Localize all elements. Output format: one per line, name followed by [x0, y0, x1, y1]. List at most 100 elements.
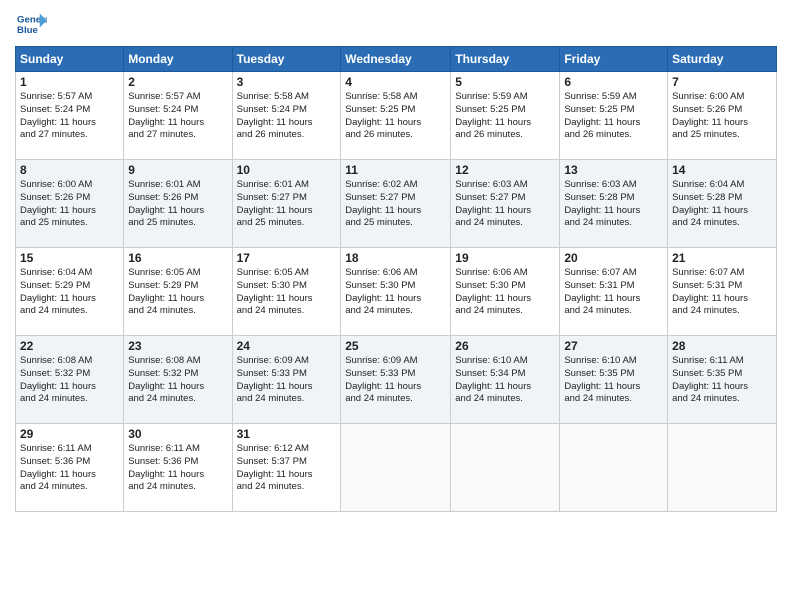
day-number: 11 [345, 163, 446, 177]
day-info: Sunrise: 6:03 AM Sunset: 5:28 PM Dayligh… [564, 179, 663, 230]
calendar-cell: 2 Sunrise: 5:57 AM Sunset: 5:24 PM Daylig… [124, 72, 232, 160]
calendar-cell: 6Sunrise: 5:59 AM Sunset: 5:25 PM Daylig… [560, 72, 668, 160]
day-info: Sunrise: 6:12 AM Sunset: 5:37 PM Dayligh… [237, 443, 337, 494]
day-info: Sunrise: 5:58 AM Sunset: 5:25 PM Dayligh… [345, 91, 446, 142]
calendar-week-5: 29Sunrise: 6:11 AM Sunset: 5:36 PM Dayli… [16, 424, 777, 512]
day-info: Sunrise: 6:08 AM Sunset: 5:32 PM Dayligh… [20, 355, 119, 406]
calendar-header-saturday: Saturday [668, 47, 777, 72]
day-number: 30 [128, 427, 227, 441]
day-info: Sunrise: 6:08 AM Sunset: 5:32 PM Dayligh… [128, 355, 227, 406]
calendar-cell: 13 Sunrise: 6:03 AM Sunset: 5:28 PM Dayli… [560, 160, 668, 248]
calendar-cell: 12Sunrise: 6:03 AM Sunset: 5:27 PM Dayli… [451, 160, 560, 248]
day-info: Sunrise: 6:02 AM Sunset: 5:27 PM Dayligh… [345, 179, 446, 230]
calendar-header-sunday: Sunday [16, 47, 124, 72]
calendar-header-friday: Friday [560, 47, 668, 72]
day-info: Sunrise: 6:05 AM Sunset: 5:29 PM Dayligh… [128, 267, 227, 318]
calendar-cell: 31Sunrise: 6:12 AM Sunset: 5:37 PM Dayli… [232, 424, 341, 512]
calendar-header-tuesday: Tuesday [232, 47, 341, 72]
calendar-cell: 28Sunrise: 6:11 AM Sunset: 5:35 PM Dayli… [668, 336, 777, 424]
calendar-week-2: 8 Sunrise: 6:00 AM Sunset: 5:26 PM Daylig… [16, 160, 777, 248]
day-number: 24 [237, 339, 337, 353]
day-info: Sunrise: 6:11 AM Sunset: 5:36 PM Dayligh… [128, 443, 227, 494]
day-number: 22 [20, 339, 119, 353]
calendar-header-row: SundayMondayTuesdayWednesdayThursdayFrid… [16, 47, 777, 72]
calendar-cell: 30 Sunrise: 6:11 AM Sunset: 5:36 PM Dayli… [124, 424, 232, 512]
calendar-cell: 24 Sunrise: 6:09 AM Sunset: 5:33 PM Dayli… [232, 336, 341, 424]
calendar-cell: 1 Sunrise: 5:57 AM Sunset: 5:24 PM Daylig… [16, 72, 124, 160]
day-info: Sunrise: 6:00 AM Sunset: 5:26 PM Dayligh… [672, 91, 772, 142]
calendar-cell: 14Sunrise: 6:04 AM Sunset: 5:28 PM Dayli… [668, 160, 777, 248]
calendar-cell: 16 Sunrise: 6:05 AM Sunset: 5:29 PM Dayli… [124, 248, 232, 336]
calendar-cell: 21 Sunrise: 6:07 AM Sunset: 5:31 PM Dayli… [668, 248, 777, 336]
calendar-cell: 17Sunrise: 6:05 AM Sunset: 5:30 PM Dayli… [232, 248, 341, 336]
calendar-cell: 10Sunrise: 6:01 AM Sunset: 5:27 PM Dayli… [232, 160, 341, 248]
day-info: Sunrise: 6:10 AM Sunset: 5:35 PM Dayligh… [564, 355, 663, 406]
day-number: 1 [20, 75, 119, 89]
calendar-header-thursday: Thursday [451, 47, 560, 72]
calendar-cell [668, 424, 777, 512]
day-number: 27 [564, 339, 663, 353]
calendar-cell: 15 Sunrise: 6:04 AM Sunset: 5:29 PM Dayli… [16, 248, 124, 336]
calendar-header-wednesday: Wednesday [341, 47, 451, 72]
calendar-cell [451, 424, 560, 512]
day-info: Sunrise: 6:00 AM Sunset: 5:26 PM Dayligh… [20, 179, 119, 230]
day-info: Sunrise: 5:58 AM Sunset: 5:24 PM Dayligh… [237, 91, 337, 142]
calendar-cell: 26Sunrise: 6:10 AM Sunset: 5:34 PM Dayli… [451, 336, 560, 424]
day-number: 9 [128, 163, 227, 177]
calendar-cell: 29Sunrise: 6:11 AM Sunset: 5:36 PM Dayli… [16, 424, 124, 512]
day-info: Sunrise: 5:57 AM Sunset: 5:24 PM Dayligh… [20, 91, 119, 142]
day-number: 17 [237, 251, 337, 265]
calendar-cell: 7 Sunrise: 6:00 AM Sunset: 5:26 PM Daylig… [668, 72, 777, 160]
calendar-cell: 4 Sunrise: 5:58 AM Sunset: 5:25 PM Daylig… [341, 72, 451, 160]
day-info: Sunrise: 6:01 AM Sunset: 5:26 PM Dayligh… [128, 179, 227, 230]
calendar-cell: 11 Sunrise: 6:02 AM Sunset: 5:27 PM Dayli… [341, 160, 451, 248]
header: General Blue [15, 10, 777, 38]
day-number: 14 [672, 163, 772, 177]
calendar-cell: 22 Sunrise: 6:08 AM Sunset: 5:32 PM Dayli… [16, 336, 124, 424]
day-number: 25 [345, 339, 446, 353]
day-number: 5 [455, 75, 555, 89]
day-info: Sunrise: 5:57 AM Sunset: 5:24 PM Dayligh… [128, 91, 227, 142]
day-number: 21 [672, 251, 772, 265]
day-number: 4 [345, 75, 446, 89]
calendar-cell: 3 Sunrise: 5:58 AM Sunset: 5:24 PM Daylig… [232, 72, 341, 160]
day-number: 20 [564, 251, 663, 265]
day-number: 13 [564, 163, 663, 177]
calendar-cell: 8 Sunrise: 6:00 AM Sunset: 5:26 PM Daylig… [16, 160, 124, 248]
calendar-cell: 18 Sunrise: 6:06 AM Sunset: 5:30 PM Dayli… [341, 248, 451, 336]
day-number: 26 [455, 339, 555, 353]
day-number: 3 [237, 75, 337, 89]
day-info: Sunrise: 6:03 AM Sunset: 5:27 PM Dayligh… [455, 179, 555, 230]
day-number: 28 [672, 339, 772, 353]
calendar-week-4: 22 Sunrise: 6:08 AM Sunset: 5:32 PM Dayli… [16, 336, 777, 424]
day-info: Sunrise: 6:06 AM Sunset: 5:30 PM Dayligh… [345, 267, 446, 318]
day-info: Sunrise: 6:04 AM Sunset: 5:29 PM Dayligh… [20, 267, 119, 318]
day-number: 16 [128, 251, 227, 265]
calendar-cell: 9 Sunrise: 6:01 AM Sunset: 5:26 PM Daylig… [124, 160, 232, 248]
day-number: 18 [345, 251, 446, 265]
day-info: Sunrise: 5:59 AM Sunset: 5:25 PM Dayligh… [564, 91, 663, 142]
day-number: 7 [672, 75, 772, 89]
day-info: Sunrise: 6:09 AM Sunset: 5:33 PM Dayligh… [345, 355, 446, 406]
calendar-week-3: 15 Sunrise: 6:04 AM Sunset: 5:29 PM Dayli… [16, 248, 777, 336]
day-number: 15 [20, 251, 119, 265]
day-info: Sunrise: 6:09 AM Sunset: 5:33 PM Dayligh… [237, 355, 337, 406]
day-info: Sunrise: 6:07 AM Sunset: 5:31 PM Dayligh… [564, 267, 663, 318]
day-number: 19 [455, 251, 555, 265]
logo-icon: General Blue [15, 10, 47, 38]
day-info: Sunrise: 6:07 AM Sunset: 5:31 PM Dayligh… [672, 267, 772, 318]
calendar-cell [341, 424, 451, 512]
calendar-table: SundayMondayTuesdayWednesdayThursdayFrid… [15, 46, 777, 512]
page-container: General Blue SundayMondayTuesdayWednesda… [0, 0, 792, 517]
day-info: Sunrise: 6:11 AM Sunset: 5:36 PM Dayligh… [20, 443, 119, 494]
calendar-week-1: 1 Sunrise: 5:57 AM Sunset: 5:24 PM Daylig… [16, 72, 777, 160]
svg-text:Blue: Blue [17, 25, 38, 36]
calendar-cell: 5 Sunrise: 5:59 AM Sunset: 5:25 PM Daylig… [451, 72, 560, 160]
day-number: 8 [20, 163, 119, 177]
calendar-cell: 23 Sunrise: 6:08 AM Sunset: 5:32 PM Dayli… [124, 336, 232, 424]
day-number: 2 [128, 75, 227, 89]
day-number: 23 [128, 339, 227, 353]
calendar-header-monday: Monday [124, 47, 232, 72]
logo: General Blue [15, 10, 51, 38]
day-info: Sunrise: 5:59 AM Sunset: 5:25 PM Dayligh… [455, 91, 555, 142]
